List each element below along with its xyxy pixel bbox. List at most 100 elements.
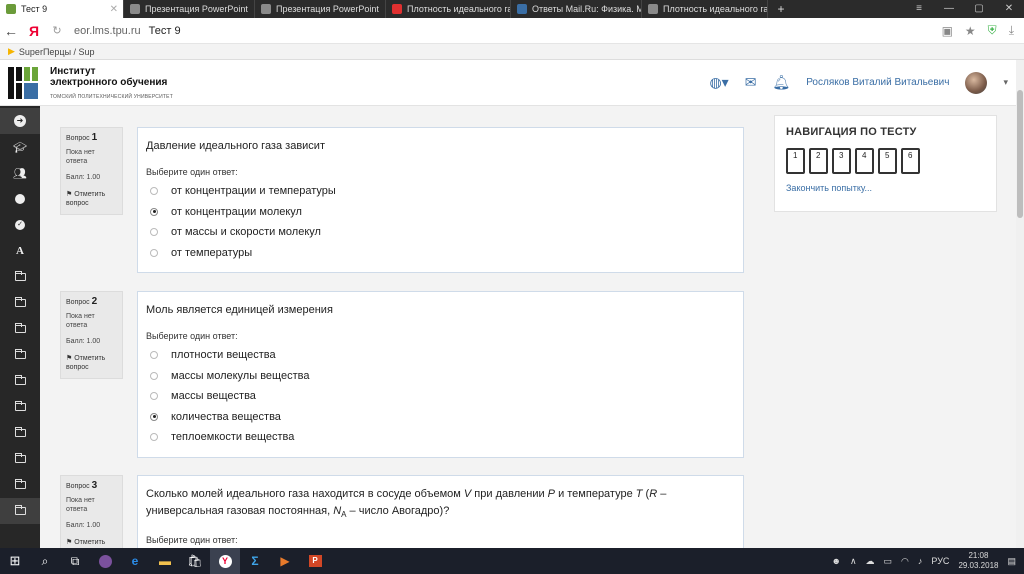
sidebar-item-grades[interactable]: A — [0, 238, 40, 264]
browser-tab[interactable]: Плотность идеального газа — [386, 0, 511, 18]
sidebar-item-folder[interactable] — [0, 316, 40, 342]
action-center-icon[interactable]: ▤ — [1007, 556, 1016, 567]
store-icon[interactable]: 🛍︎ — [180, 548, 210, 574]
media-player-icon[interactable]: ▶ — [270, 548, 300, 574]
sidebar-item-courses[interactable]: 🎓︎ — [0, 134, 40, 160]
sidebar-item-folder[interactable] — [0, 264, 40, 290]
new-tab-button[interactable]: + — [768, 0, 794, 18]
sidebar-item-folder[interactable] — [0, 342, 40, 368]
answer-option[interactable]: от концентрации молекул — [146, 202, 735, 223]
sidebar-item-folder[interactable] — [0, 290, 40, 316]
sidebar-item-folder[interactable] — [0, 420, 40, 446]
answer-option[interactable]: плотности вещества — [146, 345, 735, 366]
onedrive-icon[interactable]: ☁ — [866, 556, 875, 567]
answer-label[interactable]: количества вещества — [171, 411, 281, 423]
flag-question-link[interactable]: ⚑ Отметить — [66, 538, 117, 547]
protect-shield-icon[interactable]: ⛨ — [988, 23, 997, 38]
bookmark-link[interactable]: SuperПерцы / Sup — [19, 47, 95, 57]
answer-label[interactable]: от температуры — [171, 247, 252, 259]
quiz-nav-button[interactable]: 5 — [878, 148, 897, 174]
answer-option[interactable]: массы молекулы вещества — [146, 366, 735, 387]
reader-mode-icon[interactable]: ▣ — [942, 24, 953, 38]
viber-icon[interactable] — [90, 548, 120, 574]
quiz-nav-button[interactable]: 1 — [786, 148, 805, 174]
sidebar-toggle[interactable]: ➜ — [0, 108, 40, 134]
sidebar-item-folder[interactable] — [0, 394, 40, 420]
taskbar-clock[interactable]: 21:08 29.03.2018 — [958, 551, 998, 571]
sidebar-item-folder[interactable] — [0, 368, 40, 394]
download-icon[interactable]: ⤓ — [1009, 23, 1014, 38]
yandex-browser-icon[interactable]: Y — [210, 548, 240, 574]
answer-option[interactable]: массы вещества — [146, 386, 735, 407]
radio-button[interactable] — [150, 392, 158, 401]
browser-tab[interactable]: Презентация PowerPoint — [255, 0, 386, 18]
sidebar-item-folder[interactable] — [0, 446, 40, 472]
answer-option[interactable]: от массы и скорости молекул — [146, 222, 735, 243]
user-menu-caret-icon[interactable]: ▾ — [1003, 77, 1008, 88]
back-arrow-icon[interactable]: ← — [0, 23, 22, 39]
wifi-icon[interactable]: ◠ — [901, 556, 909, 567]
battery-icon[interactable]: ▭ — [884, 556, 893, 567]
radio-button[interactable] — [150, 433, 158, 442]
sigma-app-icon[interactable]: Σ — [240, 548, 270, 574]
browser-tab[interactable]: Презентация PowerPoint — [124, 0, 255, 18]
minimize-icon[interactable]: — — [934, 0, 964, 18]
radio-button[interactable] — [150, 371, 158, 380]
answer-label[interactable]: от массы и скорости молекул — [171, 226, 321, 238]
powerpoint-icon[interactable]: P — [300, 548, 330, 574]
answer-label[interactable]: массы вещества — [171, 390, 256, 402]
hamburger-menu-icon[interactable]: ≡ — [904, 0, 934, 18]
answer-label[interactable]: плотности вещества — [171, 349, 276, 361]
close-icon[interactable]: ✕ — [110, 4, 118, 15]
reload-icon[interactable]: ↻ — [46, 24, 68, 37]
task-view-icon[interactable]: ⧉ — [60, 548, 90, 574]
answer-label[interactable]: массы молекулы вещества — [171, 370, 309, 382]
sidebar-item-badges[interactable] — [0, 186, 40, 212]
edge-browser-icon[interactable]: e — [120, 548, 150, 574]
quiz-nav-button[interactable]: 6 — [901, 148, 920, 174]
radio-button[interactable] — [150, 228, 158, 237]
radio-button[interactable] — [150, 187, 158, 196]
flag-question-link[interactable]: ⚑ Отметить вопрос — [66, 190, 117, 208]
notifications-bell-icon[interactable]: 🔔︎ — [772, 74, 790, 91]
quiz-nav-button[interactable]: 4 — [855, 148, 874, 174]
sidebar-item-competencies[interactable]: ✓ — [0, 212, 40, 238]
file-explorer-icon[interactable]: ▬ — [150, 548, 180, 574]
finish-attempt-link[interactable]: Закончить попытку... — [786, 183, 985, 193]
quiz-nav-button[interactable]: 3 — [832, 148, 851, 174]
answer-label[interactable]: теплоемкости вещества — [171, 431, 294, 443]
answer-option[interactable]: от концентрации и температуры — [146, 181, 735, 202]
browser-tab[interactable]: Ответы Mail.Ru: Физика. М — [511, 0, 642, 18]
radio-button-selected[interactable] — [150, 207, 158, 216]
answer-label[interactable]: от концентрации и температуры — [171, 185, 336, 197]
answer-option[interactable]: количества вещества — [146, 407, 735, 428]
user-name[interactable]: Росляков Виталий Витальевич — [806, 77, 949, 88]
quiz-nav-button[interactable]: 2 — [809, 148, 828, 174]
star-icon[interactable]: ★ — [965, 24, 976, 38]
search-icon[interactable]: ⌕ — [30, 548, 60, 574]
yandex-logo-icon[interactable]: Я — [22, 23, 46, 39]
avatar[interactable] — [965, 71, 988, 94]
language-globe-icon[interactable]: ◍▾ — [709, 74, 728, 91]
browser-tab[interactable]: Плотность идеального газ — [642, 0, 768, 18]
flag-question-link[interactable]: ⚑ Отметить вопрос — [66, 354, 117, 372]
radio-button[interactable] — [150, 248, 158, 257]
windows-start-icon[interactable]: ⊞ — [0, 548, 30, 574]
site-logo[interactable]: Институт электронного обучения ТОМСКИЙ П… — [8, 66, 173, 100]
scrollbar-thumb[interactable] — [1017, 90, 1023, 218]
address-page-title[interactable]: Тест 9 — [149, 25, 181, 37]
radio-button-selected[interactable] — [150, 412, 158, 421]
answer-option[interactable]: теплоемкости вещества — [146, 427, 735, 448]
answer-option[interactable]: от температуры — [146, 243, 735, 264]
answer-label[interactable]: от концентрации молекул — [171, 206, 302, 218]
page-scrollbar[interactable] — [1016, 60, 1024, 548]
show-hidden-icons[interactable]: ∧ — [850, 556, 857, 567]
people-icon[interactable]: ☻ — [831, 556, 840, 566]
messages-envelope-icon[interactable]: ✉ — [745, 74, 757, 91]
browser-tab[interactable]: Тест 9 ✕ — [0, 0, 124, 18]
radio-button[interactable] — [150, 351, 158, 360]
address-domain[interactable]: eor.lms.tpu.ru — [74, 25, 141, 37]
sidebar-item-folder[interactable] — [0, 498, 40, 524]
language-indicator[interactable]: РУС — [931, 556, 949, 566]
volume-icon[interactable]: ♪ — [918, 556, 923, 566]
